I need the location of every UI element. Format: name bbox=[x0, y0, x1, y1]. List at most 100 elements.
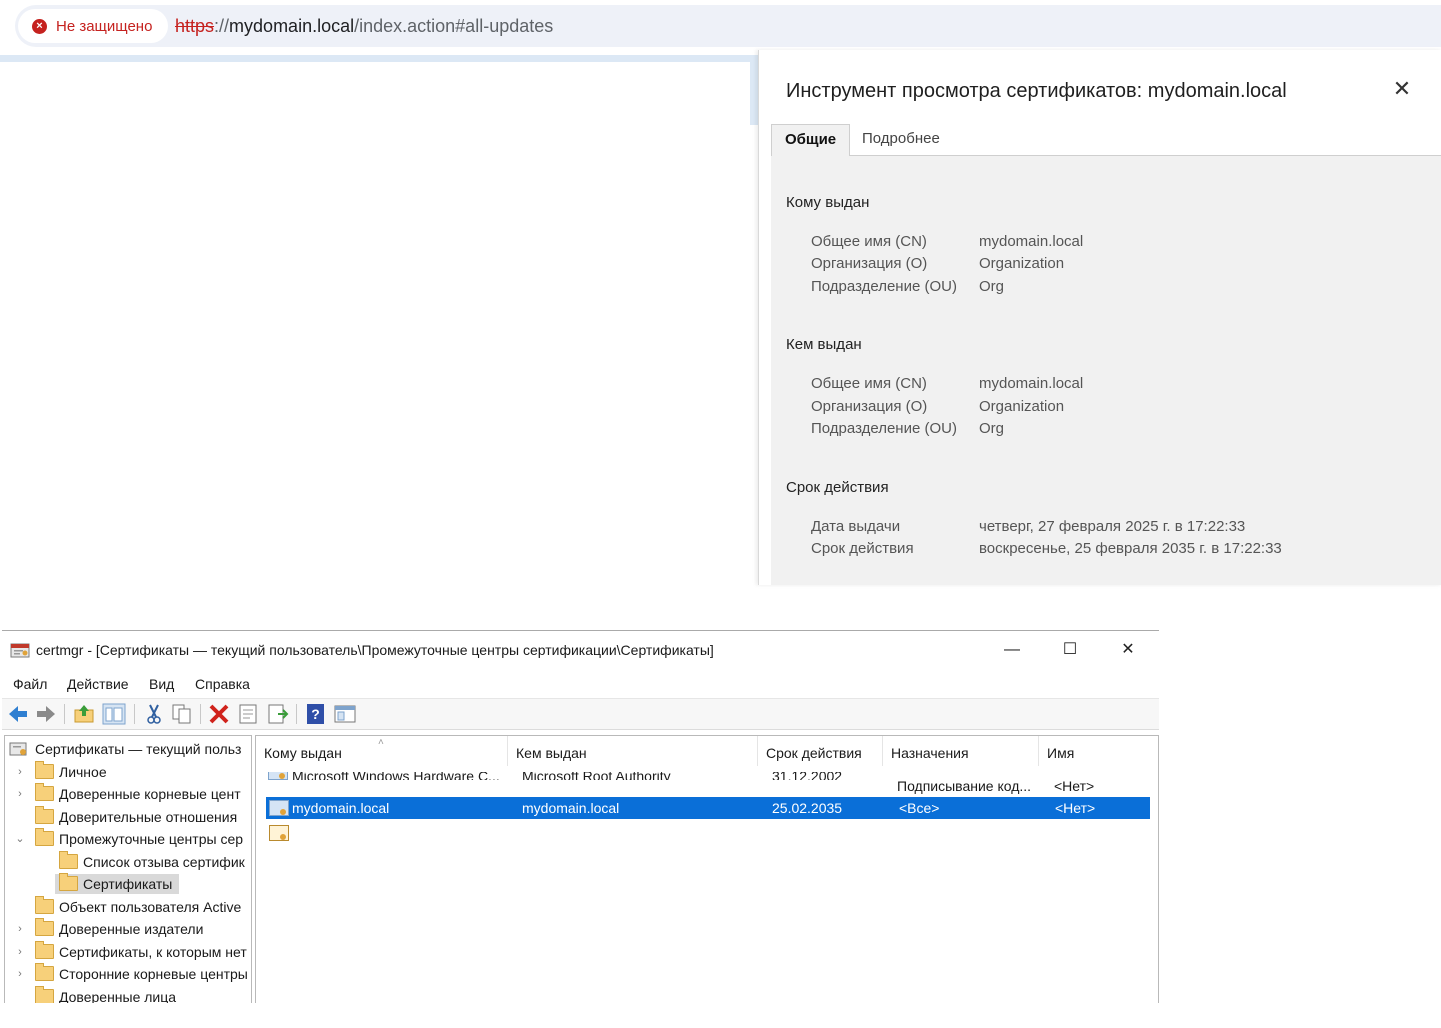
url-host: mydomain.local bbox=[229, 16, 355, 36]
folder-icon bbox=[35, 828, 54, 846]
cell-issued-to: mydomain.local bbox=[292, 800, 390, 816]
address-bar[interactable]: × Не защищено https://mydomain.local/ind… bbox=[15, 5, 1441, 47]
folder-icon bbox=[59, 873, 78, 891]
url-scheme: https bbox=[175, 16, 215, 36]
column-purposes[interactable]: Назначения bbox=[883, 736, 1039, 766]
tree-item-label: Личное bbox=[59, 764, 107, 780]
folder-icon bbox=[59, 851, 78, 869]
folder-icon bbox=[35, 761, 54, 779]
table-row-selected[interactable]: mydomain.local mydomain.local 25.02.2035… bbox=[266, 797, 1150, 819]
folder-icon bbox=[35, 918, 54, 936]
close-icon[interactable]: ✕ bbox=[1391, 78, 1413, 100]
issued-to-cn-label: Общее имя (CN) bbox=[811, 233, 927, 250]
certmgr-app-icon bbox=[10, 643, 30, 658]
menu-action[interactable]: Действие bbox=[67, 676, 129, 692]
folder-icon bbox=[35, 986, 54, 1003]
console-view-icon[interactable] bbox=[333, 703, 357, 725]
cert-store-icon bbox=[9, 742, 27, 756]
folder-icon bbox=[35, 963, 54, 981]
expiry-date-value: воскресенье, 25 февраля 2035 г. в 17:22:… bbox=[979, 540, 1282, 557]
security-indicator[interactable]: × Не защищено bbox=[18, 9, 168, 43]
folder-icon bbox=[35, 806, 54, 824]
not-secure-icon: × bbox=[32, 19, 47, 34]
certificate-icon bbox=[269, 800, 289, 816]
url-text[interactable]: https://mydomain.local/index.action#all-… bbox=[175, 16, 553, 37]
issued-to-ou-label: Подразделение (OU) bbox=[811, 278, 957, 295]
issue-date-value: четверг, 27 февраля 2025 г. в 17:22:33 bbox=[979, 518, 1246, 535]
tree-item-label: Промежуточные центры сер bbox=[59, 831, 244, 847]
chevron-right-icon[interactable]: › bbox=[14, 919, 26, 939]
table-row-visible-part[interactable]: Подписывание код... <Нет> bbox=[266, 775, 1150, 797]
dialog-title: Инструмент просмотра сертификатов: mydom… bbox=[786, 80, 1287, 102]
forward-arrow-icon[interactable] bbox=[34, 703, 58, 725]
tree-item-label: Доверенные лица bbox=[59, 989, 177, 1003]
copy-icon[interactable] bbox=[170, 703, 194, 725]
help-icon[interactable]: ? bbox=[304, 703, 328, 725]
close-button[interactable]: ✕ bbox=[1099, 631, 1157, 669]
issued-by-ou-label: Подразделение (OU) bbox=[811, 420, 957, 437]
chevron-right-icon[interactable]: › bbox=[14, 964, 26, 984]
menu-bar: Файл Действие Вид Справка bbox=[2, 670, 1159, 699]
toolbar-separator bbox=[200, 704, 201, 724]
cell-purposes: <Все> bbox=[899, 800, 940, 816]
list-header: Кому выдан ˄ Кем выдан Срок действия Наз… bbox=[256, 736, 1158, 766]
show-hide-tree-icon[interactable] bbox=[102, 703, 126, 725]
tab-details[interactable]: Подробнее bbox=[849, 124, 953, 154]
minimize-button[interactable]: — bbox=[983, 631, 1041, 669]
page-top-strip bbox=[0, 55, 758, 62]
cell-friendly-name: <Нет> bbox=[1055, 800, 1096, 816]
issued-by-ou-value: Org bbox=[979, 420, 1005, 437]
column-expiration[interactable]: Срок действия bbox=[758, 736, 883, 766]
issued-to-ou-value: Org bbox=[979, 278, 1005, 295]
certificate-viewer-dialog: Инструмент просмотра сертификатов: mydom… bbox=[758, 50, 1441, 585]
folder-icon bbox=[35, 896, 54, 914]
maximize-button[interactable]: ☐ bbox=[1041, 631, 1099, 669]
export-list-icon[interactable] bbox=[266, 703, 290, 725]
column-issued-to[interactable]: Кому выдан ˄ bbox=[256, 736, 508, 766]
properties-icon[interactable] bbox=[236, 703, 260, 725]
cut-icon[interactable] bbox=[142, 703, 166, 725]
expiry-date-label: Срок действия bbox=[811, 540, 914, 557]
menu-help[interactable]: Справка bbox=[195, 676, 250, 692]
tree-item-label: Сертификаты bbox=[83, 876, 173, 892]
tree-item-label: Сторонние корневые центры bbox=[59, 966, 248, 982]
back-arrow-icon[interactable] bbox=[6, 703, 30, 725]
issue-date-label: Дата выдачи bbox=[811, 518, 901, 535]
column-label: Кому выдан bbox=[264, 745, 342, 761]
chevron-down-icon[interactable]: ⌄ bbox=[14, 829, 26, 849]
tree-item-label: Доверенные корневые цент bbox=[59, 786, 241, 802]
security-label: Не защищено bbox=[56, 18, 153, 35]
issued-by-heading: Кем выдан bbox=[786, 336, 862, 353]
folder-icon bbox=[35, 941, 54, 959]
certificate-list[interactable]: Кому выдан ˄ Кем выдан Срок действия Наз… bbox=[255, 735, 1159, 1003]
title-bar[interactable]: certmgr - [Сертификаты — текущий пользов… bbox=[2, 631, 1159, 669]
menu-file[interactable]: Файл bbox=[13, 676, 47, 692]
chevron-right-icon[interactable]: › bbox=[14, 942, 26, 962]
tree-item-label: Доверительные отношения bbox=[59, 809, 238, 825]
toolbar-separator bbox=[296, 704, 297, 724]
issued-to-o-label: Организация (O) bbox=[811, 255, 928, 272]
chevron-right-icon[interactable]: › bbox=[14, 762, 26, 782]
console-tree[interactable]: Сертификаты — текущий польз › Личное › Д… bbox=[4, 735, 252, 1003]
chevron-right-icon[interactable]: › bbox=[14, 784, 26, 804]
svg-text:?: ? bbox=[311, 706, 320, 722]
menu-view[interactable]: Вид bbox=[149, 676, 174, 692]
tree-item-label: Сертификаты, к которым нет bbox=[59, 944, 247, 960]
delete-icon[interactable] bbox=[207, 703, 231, 725]
issued-to-heading: Кому выдан bbox=[786, 194, 870, 211]
tree-item-label: Объект пользователя Active bbox=[59, 899, 242, 915]
column-friendly-name[interactable]: Имя bbox=[1039, 736, 1158, 766]
cell-purposes: Подписывание код... bbox=[897, 778, 1032, 794]
url-separator: :// bbox=[214, 16, 230, 36]
certmgr-window: certmgr - [Сертификаты — текущий пользов… bbox=[2, 630, 1159, 1003]
tree-item-label: Сертификаты — текущий польз bbox=[35, 741, 242, 757]
tab-general[interactable]: Общие bbox=[771, 124, 851, 157]
general-tab-content: Кому выдан Общее имя (CN) mydomain.local… bbox=[771, 156, 1441, 585]
issued-by-cn-value: mydomain.local bbox=[979, 375, 1084, 392]
issued-to-o-value: Organization bbox=[979, 255, 1065, 272]
issued-by-o-value: Organization bbox=[979, 398, 1065, 415]
column-issued-by[interactable]: Кем выдан bbox=[508, 736, 758, 766]
tab-bar: Общие Подробнее bbox=[771, 124, 1441, 157]
sort-ascending-icon: ˄ bbox=[378, 737, 384, 748]
up-folder-icon[interactable] bbox=[72, 703, 96, 725]
